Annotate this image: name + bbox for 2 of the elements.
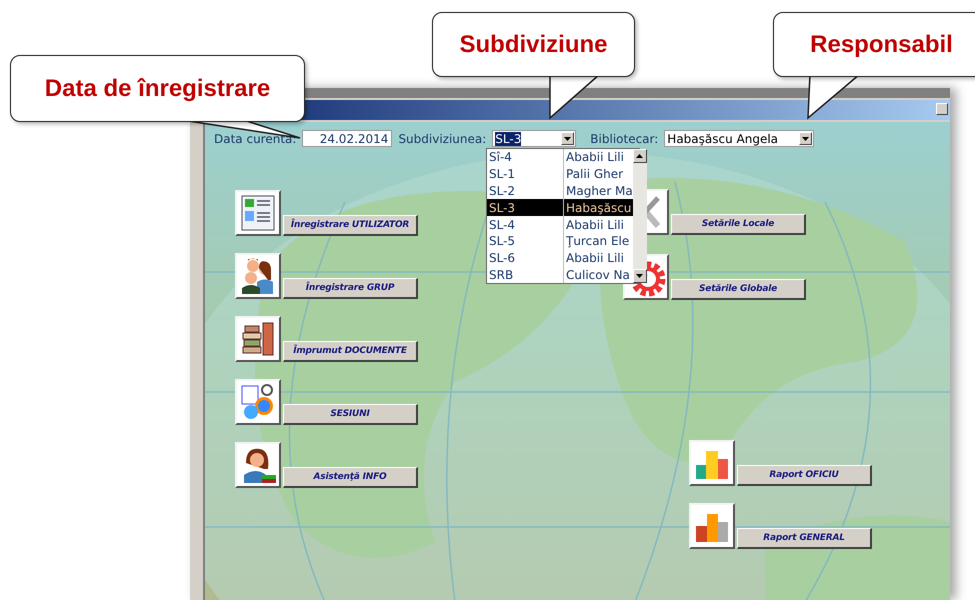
field-label: Bibliotecar: [590,132,658,146]
field-label: Subdiviziunea: [398,132,486,146]
